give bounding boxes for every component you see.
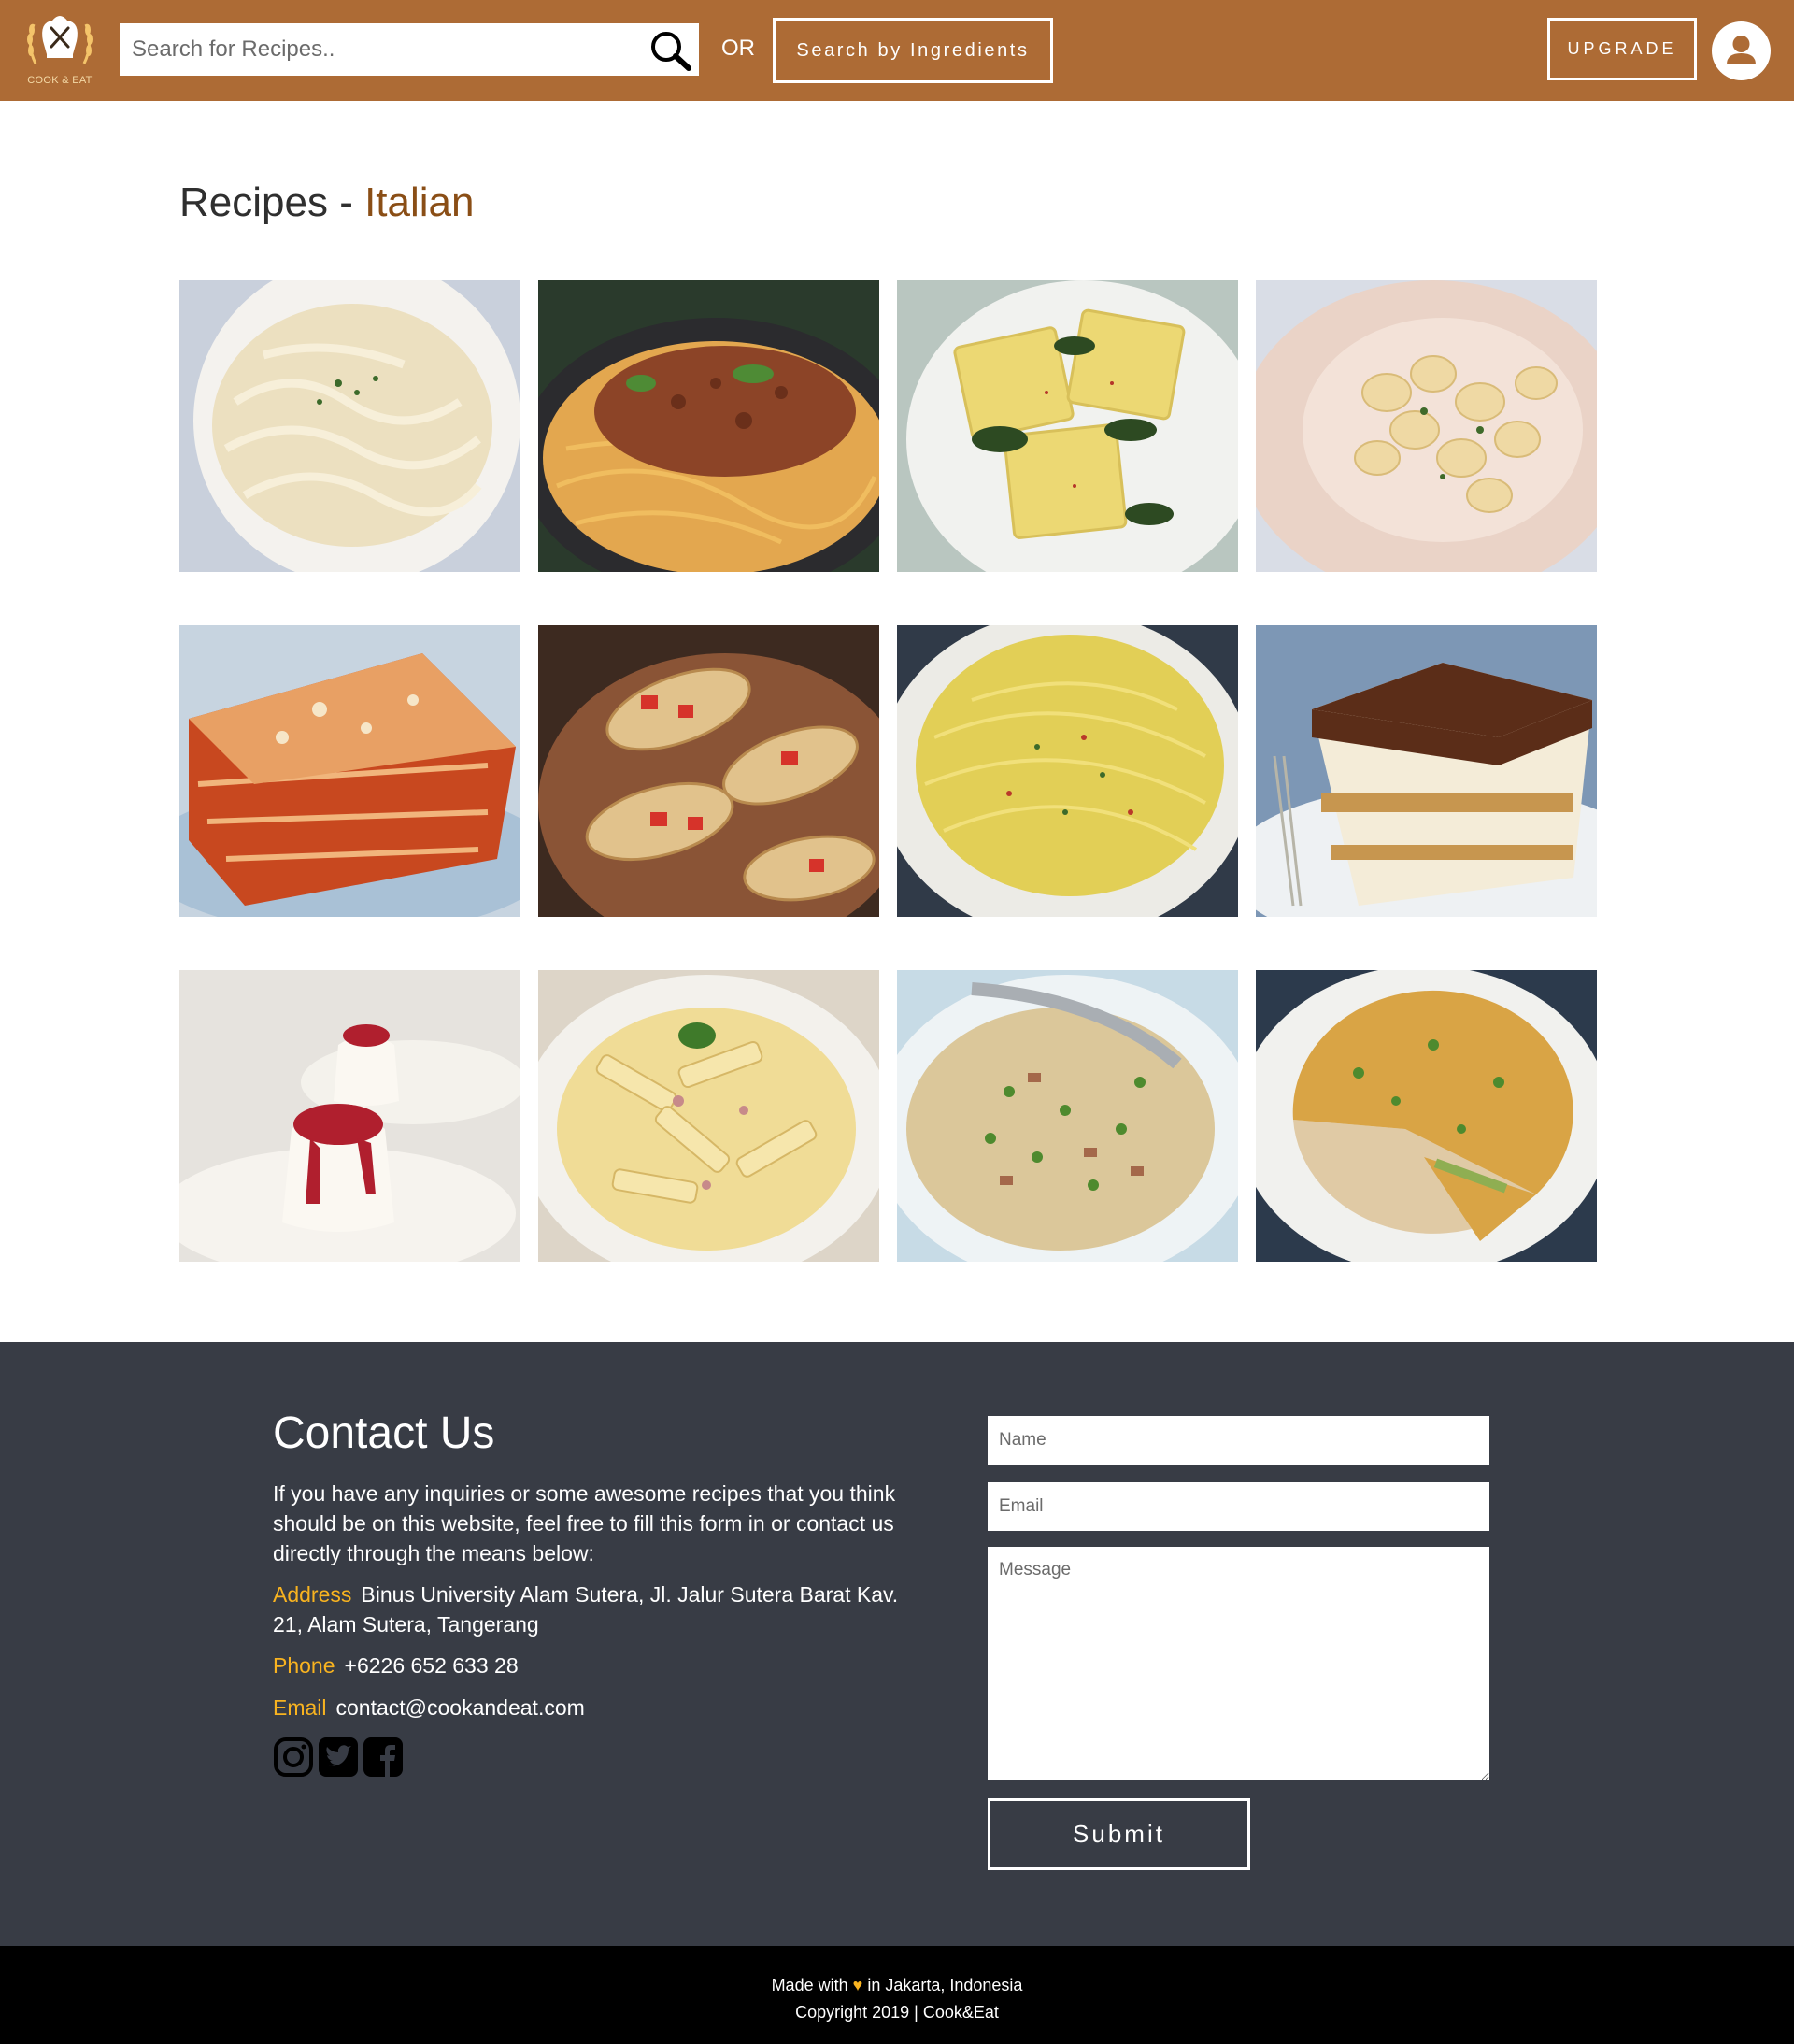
recipe-card-fettuccine[interactable] [179, 280, 520, 572]
recipe-image [1256, 625, 1597, 917]
chef-hat-logo-icon [27, 16, 93, 64]
recipe-image [538, 625, 879, 917]
email-label: Email [273, 1695, 327, 1720]
recipe-image [897, 280, 1238, 572]
contact-section: Contact Us If you have any inquiries or … [0, 1342, 1794, 1946]
address-value: Binus University Alam Sutera, Jl. Jalur … [273, 1582, 899, 1637]
contact-heading: Contact Us [273, 1408, 495, 1458]
contact-intro: If you have any inquiries or some awesom… [273, 1481, 896, 1565]
user-avatar[interactable] [1712, 21, 1771, 80]
recipe-image [1256, 280, 1597, 572]
or-label: OR [721, 36, 755, 61]
user-icon [1727, 36, 1756, 64]
page-title-prefix: Recipes - [179, 179, 365, 225]
upgrade-button[interactable]: UPGRADE [1547, 18, 1697, 80]
top-navbar: COOK & EAT OR Search by Ingredients UPGR… [0, 0, 1794, 101]
recipe-image [1256, 970, 1597, 1262]
address-label: Address [273, 1582, 352, 1607]
contact-phone: Phone +6226 652 633 28 [273, 1651, 908, 1680]
recipe-grid [179, 280, 1598, 1262]
recipe-card-carbonara[interactable] [538, 970, 879, 1262]
email-value[interactable]: contact@cookandeat.com [336, 1695, 585, 1720]
facebook-icon[interactable] [363, 1737, 404, 1778]
recipe-card-gnocchi[interactable] [1256, 280, 1597, 572]
email-field[interactable] [988, 1482, 1489, 1531]
social-links [273, 1737, 404, 1778]
phone-label: Phone [273, 1653, 335, 1678]
submit-button[interactable]: Submit [988, 1798, 1250, 1870]
footer: Made with ♥ in Jakarta, Indonesia Copyri… [0, 1946, 1794, 2044]
recipe-card-tiramisu[interactable] [1256, 625, 1597, 917]
footer-copyright: Copyright 2019 | Cook&Eat [795, 2003, 999, 2022]
recipe-card-bruschetta[interactable] [538, 625, 879, 917]
contact-address: Address Binus University Alam Sutera, Jl.… [273, 1579, 908, 1639]
made-with-prefix: Made with [771, 1976, 848, 1994]
phone-value: +6226 652 633 28 [344, 1653, 519, 1678]
search-box [120, 23, 699, 76]
recipe-card-spaghetti-aglio[interactable] [897, 625, 1238, 917]
name-field[interactable] [988, 1416, 1489, 1465]
instagram-icon[interactable] [273, 1737, 314, 1778]
page-title-category: Italian [364, 179, 475, 225]
page-title: Recipes - Italian [179, 179, 475, 226]
recipe-card-bolognese[interactable] [538, 280, 879, 572]
search-icon[interactable] [648, 29, 693, 72]
recipe-image [179, 280, 520, 572]
recipe-card-frittata[interactable] [1256, 970, 1597, 1262]
made-with-suffix: in Jakarta, Indonesia [867, 1976, 1023, 1994]
search-input[interactable] [120, 23, 643, 76]
contact-email: Email contact@cookandeat.com [273, 1693, 908, 1722]
recipe-image [897, 625, 1238, 917]
recipe-image [538, 280, 879, 572]
logo[interactable]: COOK & EAT [22, 7, 97, 90]
recipe-image [897, 970, 1238, 1262]
recipe-card-risotto[interactable] [897, 970, 1238, 1262]
recipe-image [179, 625, 520, 917]
recipe-card-ravioli[interactable] [897, 280, 1238, 572]
recipe-image [538, 970, 879, 1262]
twitter-icon[interactable] [318, 1737, 359, 1778]
logo-text: COOK & EAT [27, 75, 93, 86]
heart-icon: ♥ [852, 1976, 863, 1994]
search-by-ingredients-button[interactable]: Search by Ingredients [773, 18, 1053, 83]
recipe-card-panna-cotta[interactable] [179, 970, 520, 1262]
recipe-image [179, 970, 520, 1262]
message-field[interactable] [988, 1547, 1489, 1780]
recipe-card-lasagna[interactable] [179, 625, 520, 917]
footer-made-with: Made with ♥ in Jakarta, Indonesia [0, 1976, 1794, 1995]
